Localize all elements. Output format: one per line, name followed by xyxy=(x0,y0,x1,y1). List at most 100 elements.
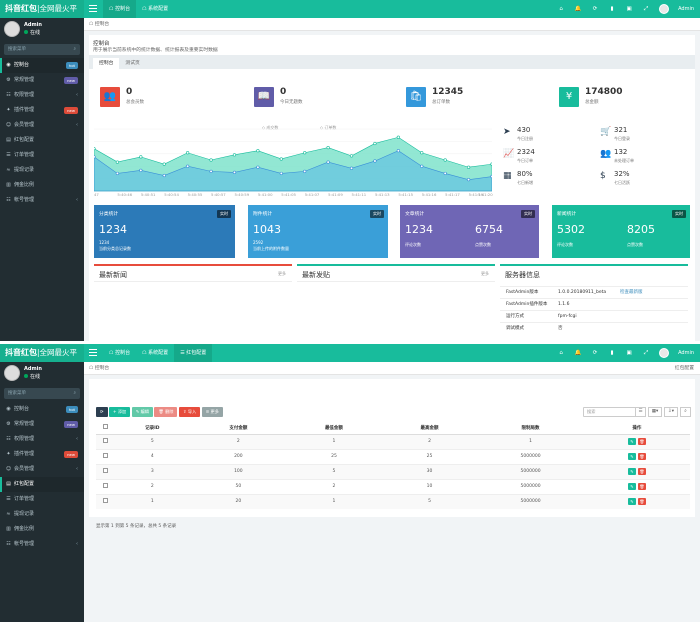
chart-point[interactable] xyxy=(162,162,166,166)
app-logo[interactable]: 抖音红包|全网最火平 xyxy=(0,344,84,362)
fullscreen-icon[interactable]: ⤢ xyxy=(642,350,650,357)
nav-tab-system-config[interactable]: ☖ 系统配置 xyxy=(136,0,174,18)
chart-point[interactable] xyxy=(209,169,213,173)
nav-tab-dashboard[interactable]: ☖ 控制台 xyxy=(103,0,137,18)
chart-point[interactable] xyxy=(186,164,190,168)
chart-point[interactable] xyxy=(303,151,307,155)
user-name[interactable]: Admin xyxy=(678,350,694,356)
delete-row-button[interactable]: 🗑 xyxy=(637,498,646,506)
chart-point[interactable] xyxy=(115,160,120,164)
sidebar-item[interactable]: ✦ 插件管理 new xyxy=(0,447,84,462)
chart-point[interactable] xyxy=(94,155,96,159)
sidebar-item[interactable]: ◉ 控制台 hot xyxy=(0,58,84,73)
sidebar-item[interactable]: ☺ 会员管理 ‹ xyxy=(0,118,84,133)
chart-point[interactable] xyxy=(349,166,354,170)
chart-point[interactable] xyxy=(396,149,400,153)
chart-point[interactable] xyxy=(420,151,424,155)
window-icon[interactable]: ▣ xyxy=(625,350,633,356)
chart-point[interactable] xyxy=(490,162,492,166)
edit-row-button[interactable]: ✎ xyxy=(627,498,636,506)
table-row[interactable]: 5 2 1 2 1 ✎ 🗑 xyxy=(96,433,690,449)
refresh-icon[interactable]: ⟳ xyxy=(591,350,599,356)
trash-icon[interactable]: ▮ xyxy=(608,350,616,356)
edit-row-button[interactable]: ✎ xyxy=(627,438,636,445)
home-icon[interactable]: ⌂ xyxy=(557,350,565,356)
row-checkbox[interactable] xyxy=(102,483,108,488)
chart-point[interactable] xyxy=(186,151,190,155)
trash-icon[interactable]: ▮ xyxy=(608,6,616,12)
home-icon[interactable]: ⌂ xyxy=(557,6,565,12)
add-button[interactable]: + 添加 xyxy=(109,407,131,417)
sidebar-item[interactable]: ☷ 权限管理 ‹ xyxy=(0,88,84,103)
chart-point[interactable] xyxy=(349,154,354,158)
refresh-icon[interactable]: ⟳ xyxy=(591,6,599,12)
chart-point[interactable] xyxy=(256,149,260,153)
chart-point[interactable] xyxy=(94,147,96,151)
sidebar-item[interactable]: ◉ 控制台 hot xyxy=(0,402,84,417)
tab-dashboard[interactable]: 控制台 xyxy=(93,58,120,69)
sidebar-item[interactable]: ☷ 权限管理 ‹ xyxy=(0,432,84,447)
sidebar-item[interactable]: ☰ 订单管理 xyxy=(0,492,84,507)
chart-point[interactable] xyxy=(139,155,143,159)
chart-point[interactable] xyxy=(396,135,400,139)
more-button[interactable]: ≡ 更多 xyxy=(201,407,223,417)
row-checkbox[interactable] xyxy=(102,468,108,473)
chart-point[interactable] xyxy=(279,171,283,176)
chart-point[interactable] xyxy=(232,170,237,175)
chart-point[interactable] xyxy=(443,158,447,162)
nav-tab-system-config[interactable]: ☖ 系统配置 xyxy=(136,344,174,362)
window-icon[interactable]: ▣ xyxy=(625,6,633,12)
chart-point[interactable] xyxy=(162,173,166,178)
row-checkbox[interactable] xyxy=(102,498,108,504)
chart-point[interactable] xyxy=(139,168,143,172)
user-avatar[interactable] xyxy=(659,348,670,358)
sidebar-search-input[interactable]: 搜索菜单 ⌕ xyxy=(4,388,80,399)
delete-row-button[interactable]: 🗑 xyxy=(637,483,646,490)
sidebar-item[interactable]: ✦ 插件管理 new xyxy=(0,103,84,118)
fullscreen-icon[interactable]: ⤢ xyxy=(642,6,650,13)
table-header-cell[interactable] xyxy=(96,422,114,435)
check-update-link[interactable]: 检查最新版 xyxy=(620,287,643,298)
row-checkbox[interactable] xyxy=(102,453,108,458)
delete-row-button[interactable]: 🗑 xyxy=(637,453,646,460)
sidebar-toggle-icon[interactable] xyxy=(89,5,97,12)
app-logo[interactable]: 抖音红包|全网最火平 xyxy=(0,0,84,18)
sidebar-item[interactable]: ▤ 红包配置 xyxy=(0,477,84,492)
sidebar-item[interactable]: ☷ 帐号管理 ‹ xyxy=(0,537,84,552)
sidebar-item[interactable]: ≈ 提现记录 xyxy=(0,507,84,522)
chart-point[interactable] xyxy=(326,146,330,150)
edit-row-button[interactable]: ✎ xyxy=(627,453,636,460)
chart-point[interactable] xyxy=(373,141,377,146)
table-row[interactable]: 4 200 25 25 5000000 ✎ 🗑 xyxy=(96,448,690,464)
delete-row-button[interactable]: 🗑 xyxy=(637,468,646,475)
table-row[interactable]: 2 50 2 10 5000000 ✎ 🗑 xyxy=(96,478,690,494)
sidebar-item[interactable]: ☺ 会员管理 ‹ xyxy=(0,462,84,477)
edit-row-button[interactable]: ✎ xyxy=(627,483,636,490)
chart-point[interactable] xyxy=(466,178,471,182)
search-toggle-icon[interactable]: ⌕ xyxy=(680,407,691,417)
table-row[interactable]: 3 100 5 30 5000000 ✎ 🗑 xyxy=(96,463,690,479)
search-icon[interactable]: ⌕ xyxy=(73,388,76,399)
chart-point[interactable] xyxy=(443,171,447,176)
edit-row-button[interactable]: ✎ xyxy=(627,468,636,475)
row-checkbox[interactable] xyxy=(102,438,108,443)
sidebar-item[interactable]: ▥ 佣金比例 xyxy=(0,178,84,193)
chart-point[interactable] xyxy=(303,169,307,173)
nav-tab-redpacket-config[interactable]: ☰ 红包配置 xyxy=(174,344,213,362)
table-row[interactable]: 1 20 1 5 5000000 ✎ 🗑 xyxy=(96,493,690,509)
columns-icon[interactable]: ▦▾ xyxy=(648,407,662,417)
sidebar-search-input[interactable]: 搜索菜单 ⌕ xyxy=(4,44,80,55)
bell-icon[interactable]: 🔔 xyxy=(574,350,582,356)
import-button[interactable]: ⇪ 导入 xyxy=(178,407,201,417)
chart-point[interactable] xyxy=(326,160,330,164)
search-icon[interactable]: ⌕ xyxy=(73,44,76,55)
chart-point[interactable] xyxy=(490,174,492,179)
latest-posts-more-link[interactable]: 更多 xyxy=(481,271,489,277)
chart-point[interactable] xyxy=(373,159,377,163)
latest-news-more-link[interactable]: 更多 xyxy=(278,271,286,277)
table-search-input[interactable]: 搜索 xyxy=(583,407,643,417)
sidebar-item[interactable]: ▤ 红包配置 xyxy=(0,133,84,148)
user-name[interactable]: Admin xyxy=(678,6,694,12)
bell-icon[interactable]: 🔔 xyxy=(574,6,582,12)
sidebar-item[interactable]: ▥ 佣金比例 xyxy=(0,522,84,537)
